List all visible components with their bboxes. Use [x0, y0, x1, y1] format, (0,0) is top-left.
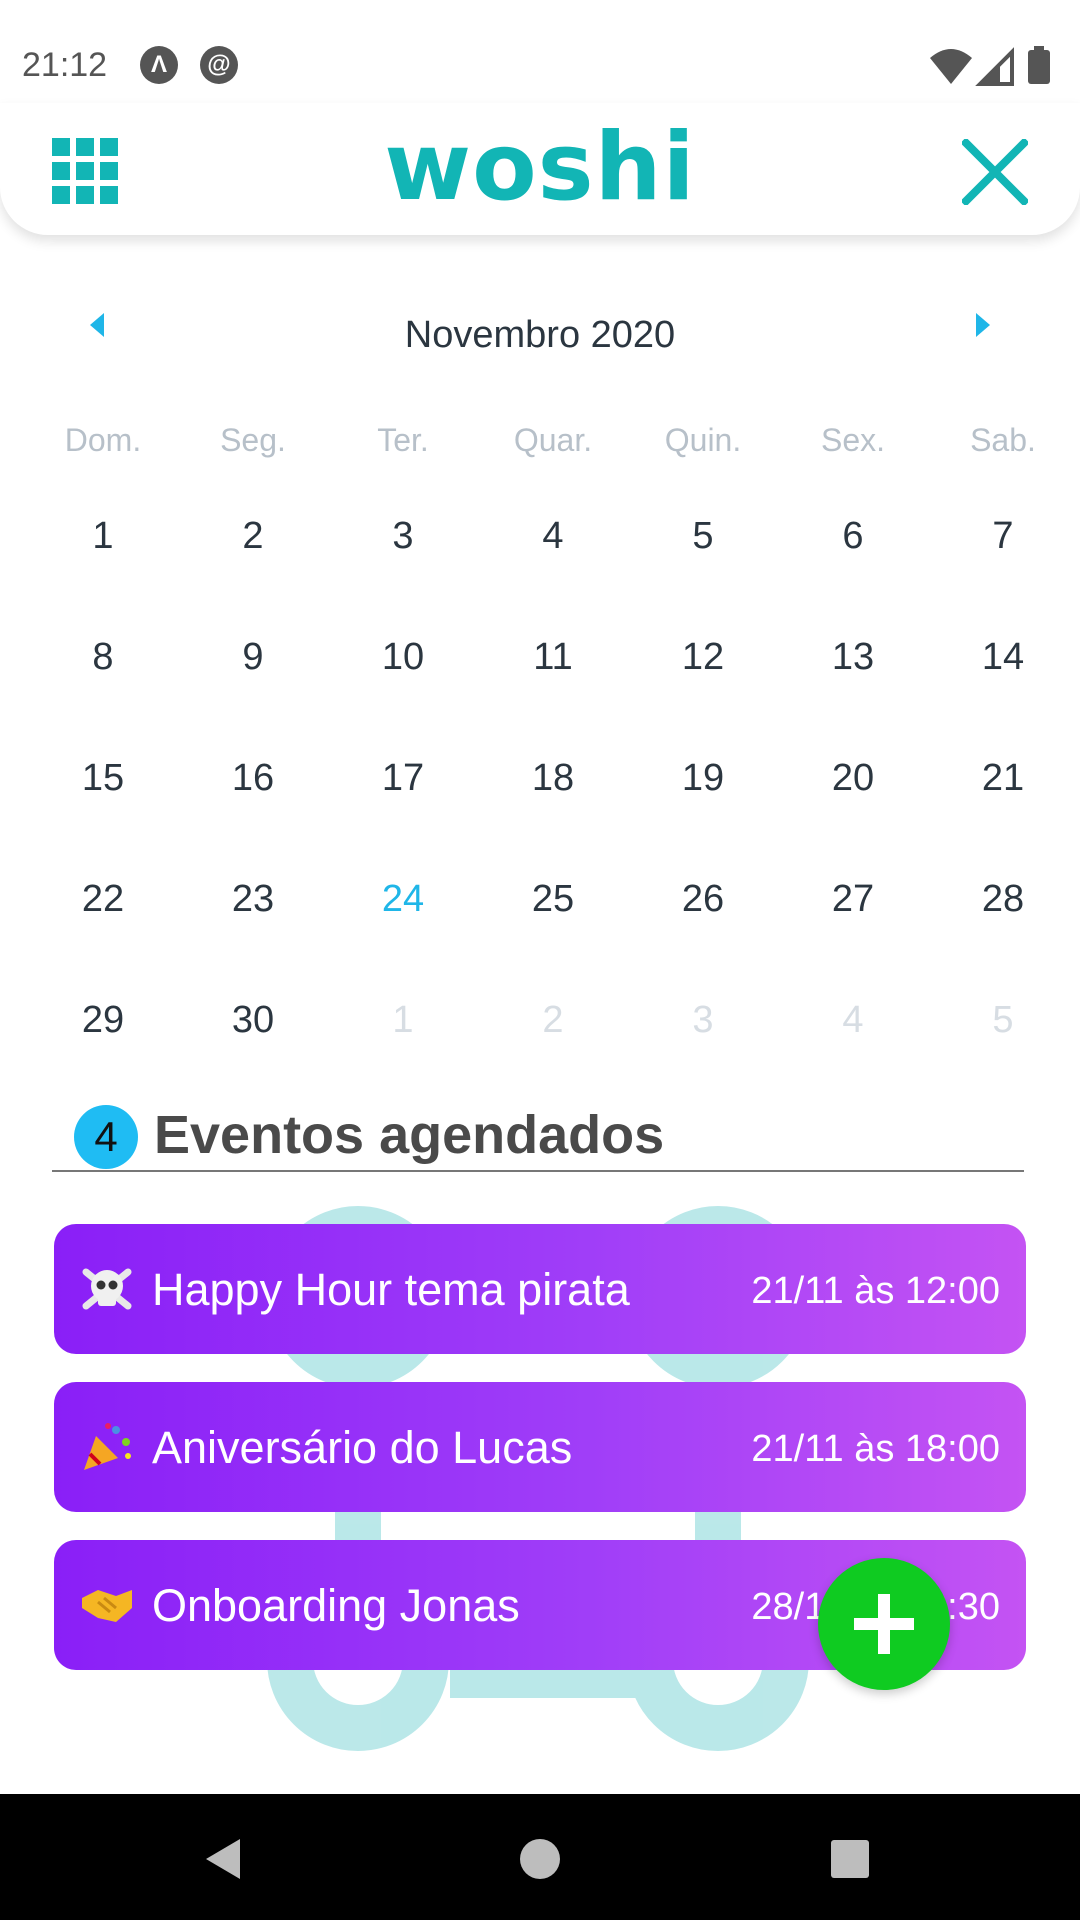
calendar-day[interactable]: 3: [628, 999, 778, 1059]
weekday-label: Quar.: [513, 422, 593, 458]
calendar-day[interactable]: 12: [628, 636, 778, 696]
handshake-icon: [82, 1590, 132, 1622]
calendar-day[interactable]: 6: [778, 515, 928, 575]
at-icon: @: [200, 46, 238, 84]
recents-icon[interactable]: [820, 1829, 880, 1889]
calendar-day[interactable]: 13: [778, 636, 928, 696]
calendar-day[interactable]: 20: [778, 757, 928, 817]
back-icon[interactable]: [196, 1829, 256, 1889]
calendar-day[interactable]: 1: [328, 999, 478, 1059]
calendar-day[interactable]: 29: [28, 999, 178, 1059]
calendar-grid: 1 2 3 4 5 6 7 8 9 10 11 12 13 14 15 16 17 18 19 20 21 22 23 24 2…: [28, 515, 1078, 1045]
calendar-day[interactable]: 3: [328, 515, 478, 575]
status-time: 21:12: [22, 46, 108, 84]
party-popper-icon: [84, 1423, 131, 1470]
weekday-label: Quin.: [664, 422, 742, 458]
status-bar: 21:12 Λ @: [0, 0, 1080, 100]
event-card[interactable]: Aniversário do Lucas 21/11 às 18:00: [54, 1382, 1026, 1512]
calendar-day[interactable]: 5: [928, 999, 1078, 1059]
calendar-day[interactable]: 11: [478, 636, 628, 696]
calendar-day[interactable]: 28: [928, 878, 1078, 938]
weekday-label: Sab.: [970, 422, 1036, 458]
weekday-row: Dom. Seg. Ter. Quar. Quin. Sex. Sab.: [28, 422, 1078, 462]
calendar-day[interactable]: 4: [778, 999, 928, 1059]
calendar-day[interactable]: 21: [928, 757, 1078, 817]
calendar-day[interactable]: 18: [478, 757, 628, 817]
wifi-icon: [930, 49, 972, 84]
calendar-day[interactable]: 24: [328, 878, 478, 938]
calendar-day[interactable]: 26: [628, 878, 778, 938]
calendar-day[interactable]: 14: [928, 636, 1078, 696]
event-name: Onboarding Jonas: [152, 1580, 520, 1631]
event-count-badge: 4: [74, 1105, 138, 1169]
calendar-day[interactable]: 23: [178, 878, 328, 938]
event-card[interactable]: Happy Hour tema pirata 21/11 às 12:00: [54, 1224, 1026, 1354]
calendar-day[interactable]: 8: [28, 636, 178, 696]
calendar-day[interactable]: 15: [28, 757, 178, 817]
weekday-label: Seg.: [220, 422, 286, 458]
calendar-day[interactable]: 22: [28, 878, 178, 938]
event-name: Happy Hour tema pirata: [152, 1264, 630, 1315]
app-logo: woshi: [384, 113, 696, 222]
calendar-day[interactable]: 10: [328, 636, 478, 696]
calendar-day[interactable]: 2: [478, 999, 628, 1059]
event-name: Aniversário do Lucas: [152, 1422, 573, 1473]
calendar-day[interactable]: 9: [178, 636, 328, 696]
events-header: 4 Eventos agendados: [52, 1100, 1024, 1172]
calendar-day[interactable]: 1: [28, 515, 178, 575]
close-icon[interactable]: [962, 139, 1028, 205]
battery-icon: [1028, 50, 1050, 84]
events-title: Eventos agendados: [154, 1105, 665, 1165]
home-icon[interactable]: [510, 1829, 570, 1889]
calendar-day[interactable]: 17: [328, 757, 478, 817]
weekday-label: Dom.: [64, 422, 142, 458]
event-date: 21/11 às 18:00: [751, 1428, 1000, 1470]
calendar-day[interactable]: 4: [478, 515, 628, 575]
status-icons: [930, 46, 1050, 86]
calendar-day[interactable]: 7: [928, 515, 1078, 575]
app-header: woshi: [0, 103, 1080, 235]
weekday-label: Ter.: [377, 422, 429, 458]
system-nav-bar: [0, 1794, 1080, 1920]
next-month-icon[interactable]: [962, 305, 1002, 345]
calendar-day[interactable]: 16: [178, 757, 328, 817]
calendar-day[interactable]: 30: [178, 999, 328, 1059]
plus-icon: [854, 1594, 914, 1654]
add-event-button[interactable]: [818, 1558, 950, 1690]
calendar-day[interactable]: 2: [178, 515, 328, 575]
skull-icon: [82, 1268, 132, 1310]
calendar-day[interactable]: 25: [478, 878, 628, 938]
event-date: 21/11 às 12:00: [751, 1270, 1000, 1312]
calendar-day[interactable]: 27: [778, 878, 928, 938]
calendar-day[interactable]: 5: [628, 515, 778, 575]
weekday-label: Sex.: [820, 422, 886, 458]
a-icon: Λ: [140, 46, 178, 84]
month-title: Novembro 2020: [404, 314, 676, 356]
calendar-day[interactable]: 19: [628, 757, 778, 817]
